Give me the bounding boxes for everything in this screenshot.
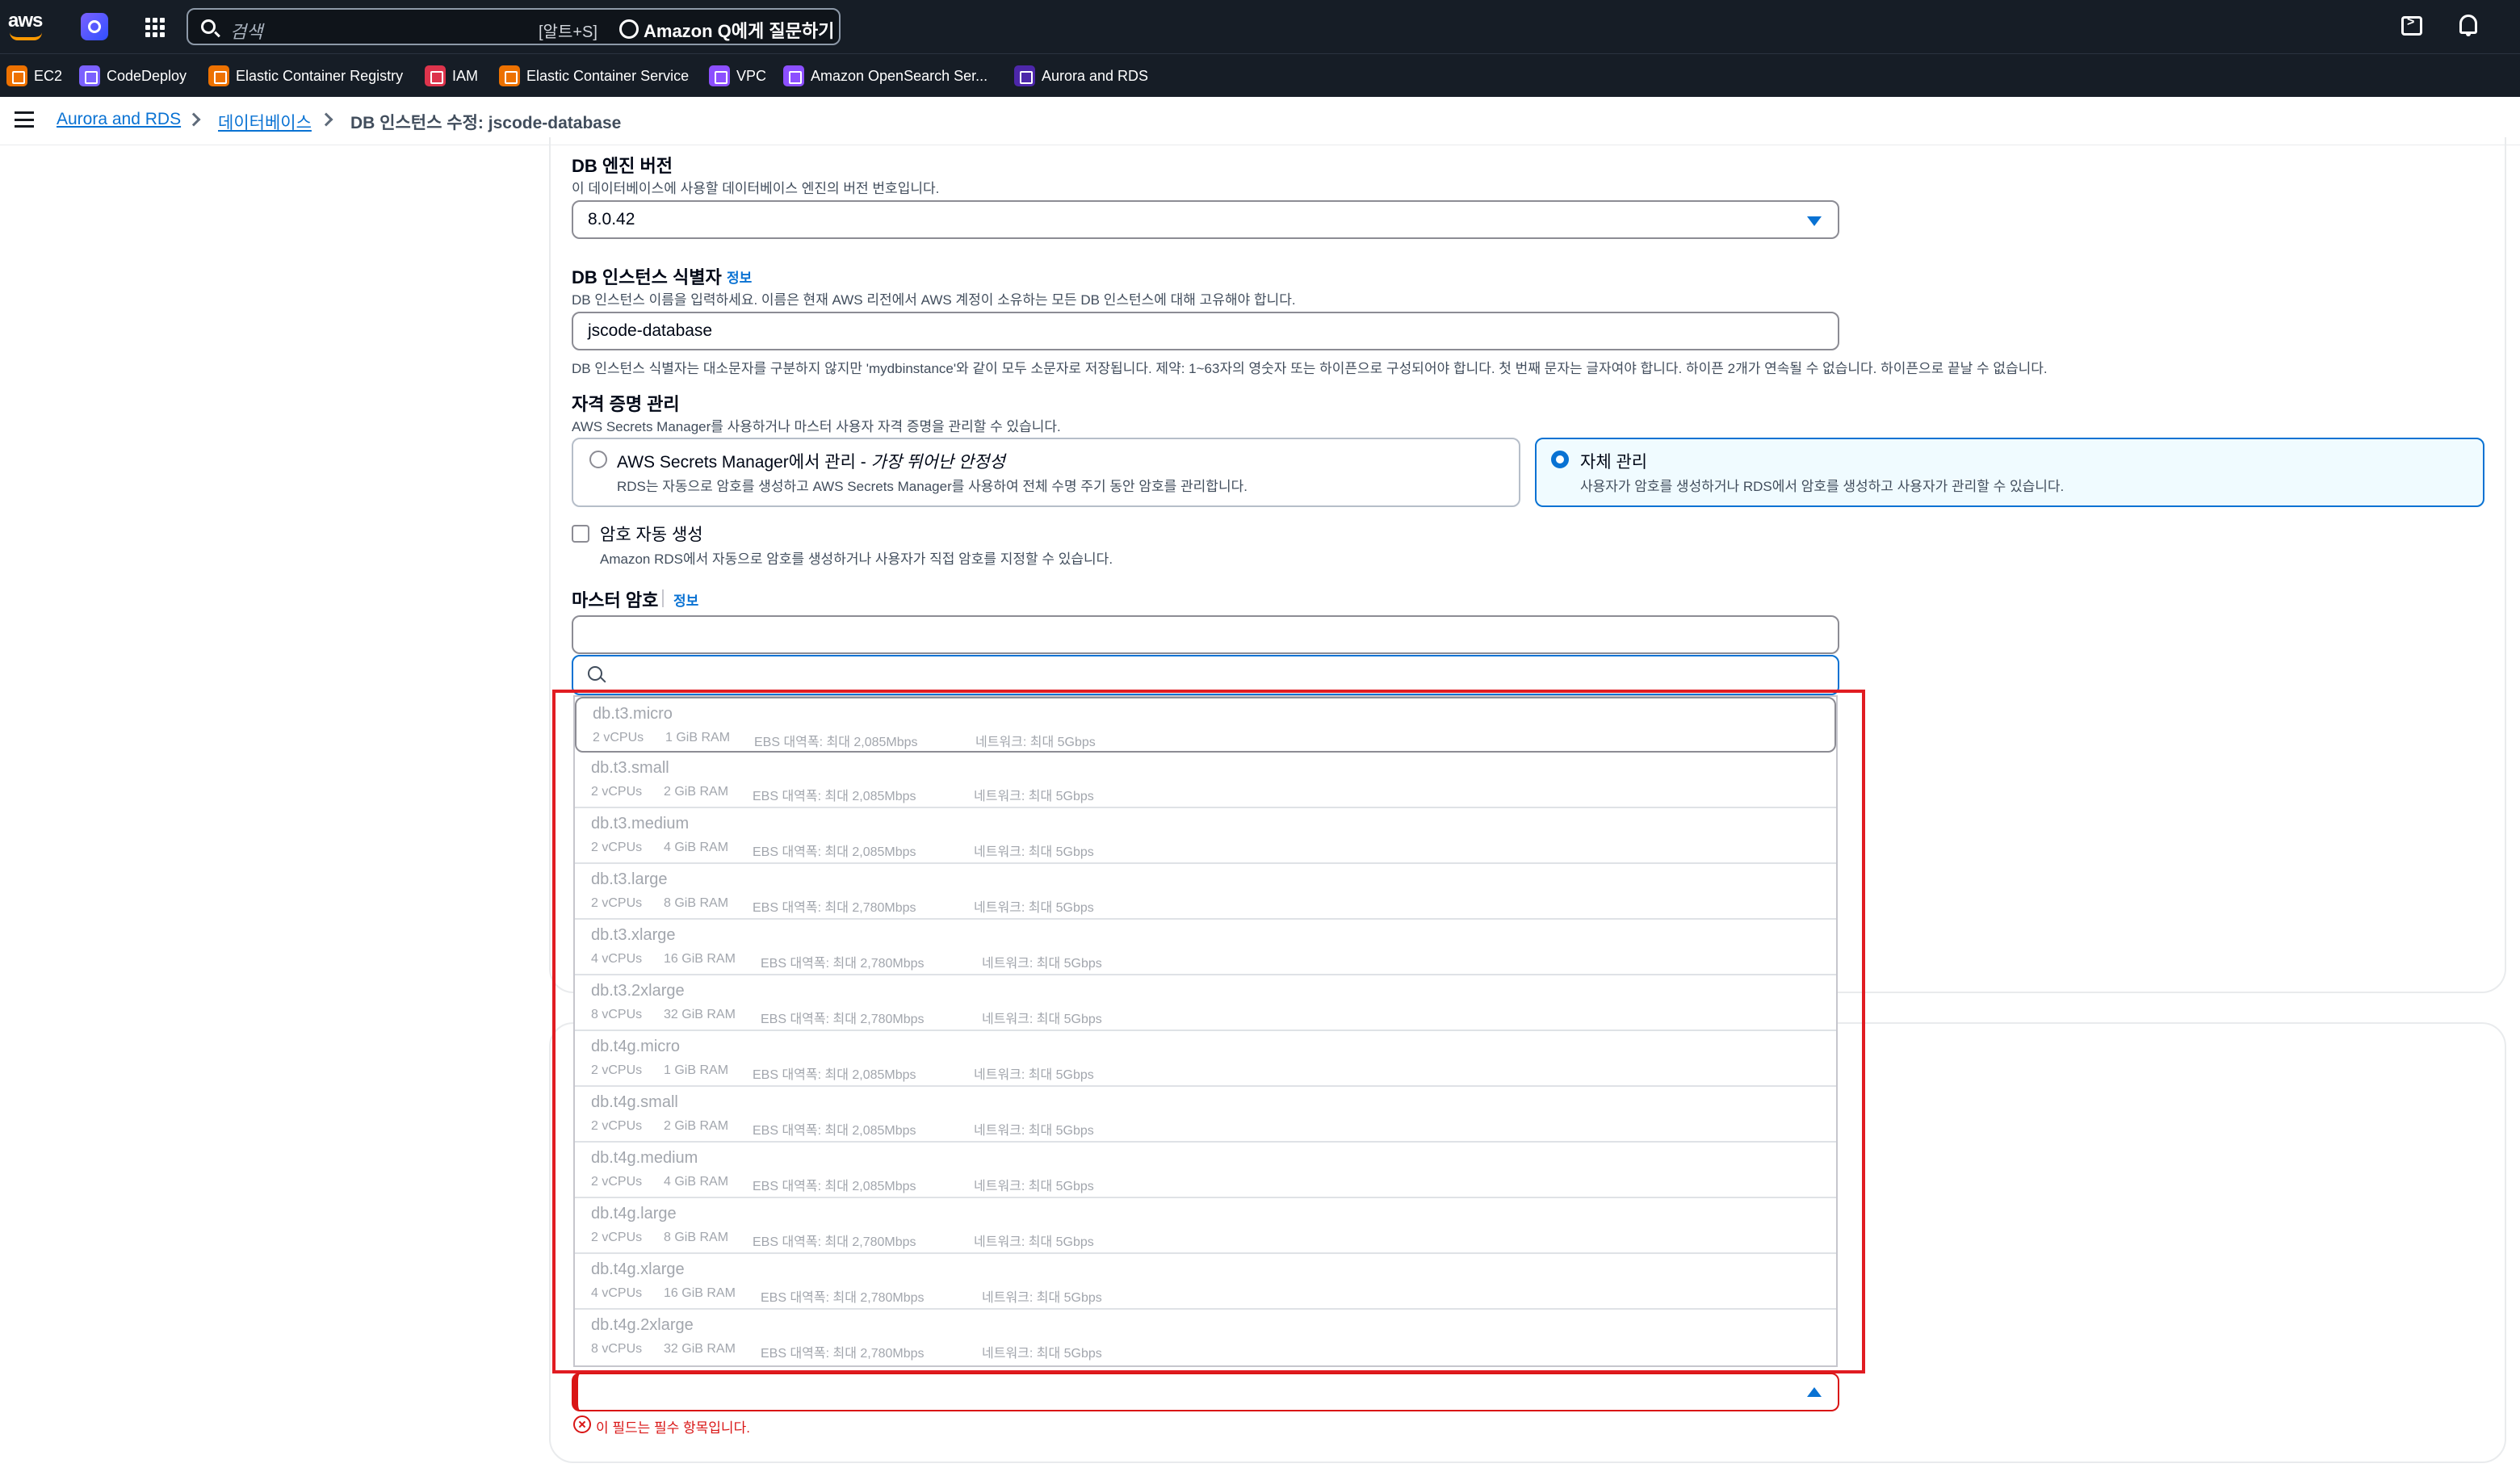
highlight-annotation-box [552,690,1865,1373]
engine-version-select[interactable]: 8.0.42 [572,200,1839,239]
auto-generate-password-description: Amazon RDS에서 자동으로 암호를 생성하거나 사용자가 직접 암호를 … [600,551,1113,567]
favorite-codedeploy[interactable]: CodeDeploy [79,65,187,87]
error-text: 이 필드는 필수 항목입니다. [596,1420,750,1436]
favorite-ecr[interactable]: Elastic Container Registry [208,65,403,87]
global-search-input[interactable]: 검색 [알트+S] Amazon Q에게 질문하기 [187,8,841,45]
ask-amazon-q-button[interactable]: Amazon Q에게 질문하기 [619,17,834,43]
auto-generate-password-checkbox[interactable] [572,525,589,543]
master-password-input[interactable] [572,615,1839,654]
search-placeholder: 검색 [230,22,263,42]
favorite-label: IAM [452,67,479,84]
self-managed-tile[interactable]: 자체 관리 사용자가 암호를 생성하거나 RDS에서 암호를 생성하고 사용자가… [1535,438,2484,507]
engine-version-value: 8.0.42 [588,210,635,229]
self-managed-radio[interactable] [1551,451,1569,468]
favorite-label: Aurora and RDS [1042,67,1149,84]
breadcrumb-databases[interactable]: 데이터베이스 [218,110,312,134]
hamburger-menu-icon[interactable] [15,111,34,128]
favorite-label: CodeDeploy [107,67,187,84]
rds-icon [1014,65,1035,86]
secrets-manager-tile[interactable]: AWS Secrets Manager에서 관리 - 가장 뛰어난 안정성 RD… [572,438,1520,507]
favorites-bar: EC2 CodeDeploy Elastic Container Registr… [0,53,2520,97]
chevron-right-icon [187,112,201,127]
breadcrumb-aurora-rds[interactable]: Aurora and RDS [57,110,181,129]
self-managed-description: 사용자가 암호를 생성하거나 RDS에서 암호를 생성하고 사용자가 관리할 수… [1580,479,2065,494]
search-shortcut: [알트+S] [539,23,598,41]
label-separator [662,589,664,607]
credentials-description: AWS Secrets Manager를 사용하거나 마스터 사용자 자격 증명… [572,419,1061,434]
amazon-q-icon[interactable] [81,13,108,40]
identifier-value: jscode-database [588,321,713,340]
iam-icon [425,65,446,86]
services-grid-icon[interactable] [145,18,165,37]
favorite-label: Elastic Container Registry [236,67,404,84]
chevron-right-icon [319,112,333,127]
caret-down-icon [1807,216,1822,226]
identifier-info-link[interactable]: 정보 [727,266,752,287]
favorite-label: EC2 [34,67,63,84]
codedeploy-icon [79,65,100,86]
instance-identifier-input[interactable]: jscode-database [572,312,1839,350]
ecr-icon [208,65,229,86]
top-navigation: aws 검색 [알트+S] Amazon Q에게 질문하기 [0,0,2520,53]
favorite-ec2[interactable]: EC2 [6,65,62,87]
identifier-description: DB 인스턴스 이름을 입력하세요. 이름은 현재 AWS 리전에서 AWS 계… [572,292,1296,308]
favorite-label: VPC [736,67,767,84]
favorite-ecs[interactable]: Elastic Container Service [499,65,689,87]
self-managed-title: 자체 관리 [1580,453,1648,472]
identifier-constraints: DB 인스턴스 식별자는 대소문자를 구분하지 않지만 'mydbinstanc… [572,361,2048,376]
breadcrumb-current: DB 인스턴스 수정: jscode-database [350,114,622,132]
notifications-bell-icon[interactable] [2459,15,2477,36]
master-password-info-link[interactable]: 정보 [673,589,698,610]
cloudshell-icon[interactable] [2401,15,2422,36]
favorite-label: Amazon OpenSearch Ser... [811,67,988,84]
favorite-opensearch[interactable]: Amazon OpenSearch Ser... [783,65,987,87]
instance-identifier-label: DB 인스턴스 식별자 [572,267,722,287]
aws-logo[interactable]: aws [6,8,47,44]
favorite-vpc[interactable]: VPC [709,65,766,87]
favorite-iam[interactable]: IAM [425,65,478,87]
vpc-icon [709,65,730,86]
required-field-error: 이 필드는 필수 항목입니다. [573,1415,750,1436]
master-password-label: 마스터 암호 [572,590,659,610]
auto-generate-password-label: 암호 자동 생성 [600,526,703,544]
engine-version-label: DB 엔진 버전 [572,156,673,176]
secrets-manager-description: RDS는 자동으로 암호를 생성하고 AWS Secrets Manager를 … [617,479,1247,494]
caret-up-icon [1807,1387,1822,1397]
instance-class-select[interactable] [572,1373,1839,1411]
option-title-emphasis: 가장 뛰어난 안정성 [870,453,1005,472]
aws-logo-text: aws [8,10,43,31]
opensearch-icon [783,65,804,86]
secrets-manager-title: AWS Secrets Manager에서 관리 - 가장 뛰어난 안정성 [617,449,1005,473]
error-icon [573,1415,591,1433]
ecs-icon [499,65,520,86]
search-icon [201,19,216,34]
aws-smile-icon [10,32,42,40]
credentials-label: 자격 증명 관리 [572,394,680,414]
ec2-icon [6,65,27,86]
option-title-text: AWS Secrets Manager에서 관리 - [617,453,871,472]
secrets-manager-radio[interactable] [589,451,607,468]
favorite-label: Elastic Container Service [526,67,690,84]
search-icon [588,666,602,681]
engine-version-description: 이 데이터베이스에 사용할 데이터베이스 엔진의 버전 번호입니다. [572,181,940,196]
favorite-aurora-rds[interactable]: Aurora and RDS [1014,65,1148,87]
